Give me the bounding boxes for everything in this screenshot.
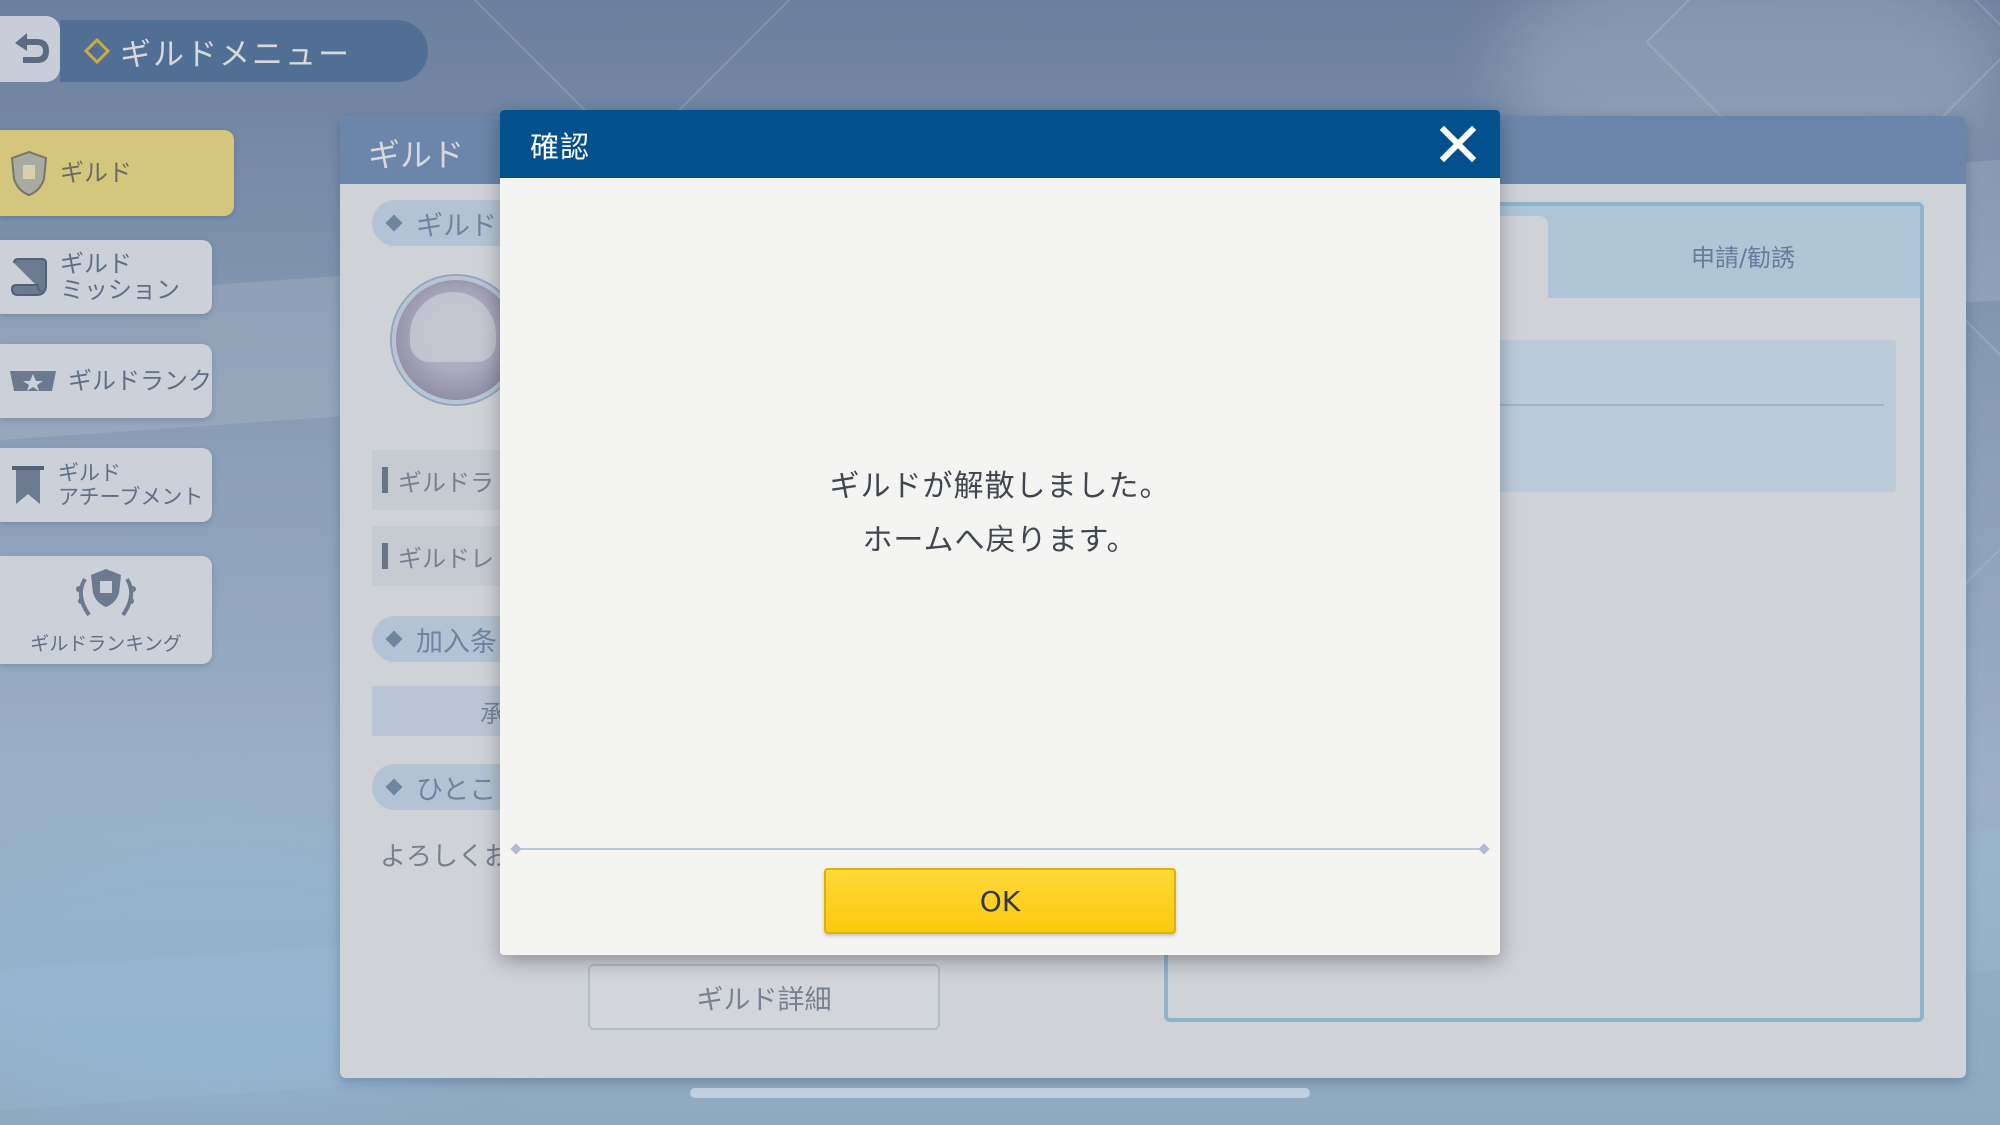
close-x-icon [1439, 125, 1477, 163]
ok-button[interactable]: OK [824, 868, 1176, 934]
dialog-divider [514, 848, 1486, 850]
dialog-message: ギルドが解散しました。 ホームへ戻ります。 [829, 469, 1171, 558]
confirm-dialog: 確認 ギルドが解散しました。 ホームへ戻ります。 OK [500, 110, 1500, 955]
close-button[interactable] [1434, 120, 1482, 168]
dialog-header: 確認 [500, 110, 1500, 178]
bottom-indicator [690, 1088, 1310, 1098]
dialog-title: 確認 [530, 130, 591, 164]
